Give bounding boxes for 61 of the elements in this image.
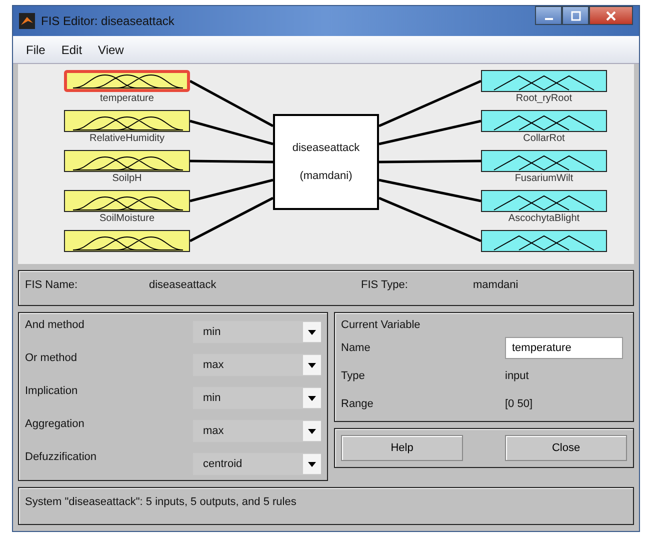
output-variable-box[interactable] bbox=[481, 150, 607, 172]
caret-icon bbox=[308, 362, 316, 368]
method-dropdown[interactable]: max bbox=[193, 354, 321, 376]
input-variable-box[interactable] bbox=[64, 110, 190, 132]
method-dropdown[interactable]: min bbox=[193, 387, 321, 409]
dialog-button[interactable]: Help bbox=[341, 435, 463, 461]
variable-label: temperature bbox=[99, 93, 155, 105]
method-dropdown[interactable]: centroid bbox=[193, 453, 321, 475]
field-value: input bbox=[505, 370, 529, 382]
field-label: Range bbox=[341, 398, 374, 410]
menu-item[interactable]: File bbox=[19, 40, 52, 58]
method-label: Aggregation bbox=[25, 417, 84, 430]
system-box[interactable]: diseaseattack (mamdani) bbox=[273, 114, 379, 210]
fis-name-label: FIS Name: bbox=[25, 279, 79, 291]
fis-type-value: mamdani bbox=[473, 279, 518, 291]
input-variable-box[interactable] bbox=[64, 190, 190, 212]
maximize-button[interactable] bbox=[562, 6, 589, 25]
fis-name-value: diseaseattack bbox=[149, 279, 218, 291]
field-label: Type bbox=[341, 370, 366, 382]
variable-label: RelativeHumidity bbox=[88, 133, 166, 145]
variable-label: Root_ryRoot bbox=[514, 93, 574, 105]
minimize-icon bbox=[544, 18, 552, 20]
minimize-button[interactable] bbox=[535, 6, 562, 25]
field-label: Name bbox=[341, 342, 372, 354]
name-field[interactable]: temperature bbox=[505, 337, 623, 359]
method-label: Or method bbox=[25, 351, 77, 364]
caret-icon bbox=[308, 428, 316, 434]
output-variable-box[interactable] bbox=[481, 110, 607, 132]
panel-title: Current Variable bbox=[341, 319, 422, 331]
variable-label: AscochytaBlight bbox=[507, 213, 581, 225]
app-icon bbox=[19, 13, 35, 29]
input-variable-box[interactable] bbox=[64, 150, 190, 172]
variable-label: SoilMoisture bbox=[98, 213, 156, 225]
field-value: [0 50] bbox=[505, 398, 533, 410]
close-button[interactable] bbox=[589, 6, 633, 25]
variable-label: FusariumWilt bbox=[514, 173, 574, 185]
output-variable-box[interactable] bbox=[481, 70, 607, 92]
variable-label: SoilpH bbox=[111, 173, 143, 185]
menu-item[interactable]: Edit bbox=[54, 40, 90, 58]
system-name: diseaseattack bbox=[292, 142, 360, 154]
output-variable-box[interactable] bbox=[481, 190, 607, 212]
caret-icon bbox=[308, 330, 316, 334]
menu-item[interactable]: View bbox=[91, 40, 131, 58]
fis-type-label: FIS Type: bbox=[361, 279, 409, 291]
method-dropdown[interactable]: min bbox=[193, 321, 321, 343]
caret-icon bbox=[308, 462, 316, 466]
window-title: FIS Editor: diseaseattack bbox=[41, 14, 174, 28]
caret-icon bbox=[308, 396, 316, 400]
maximize-icon bbox=[570, 10, 580, 20]
system-type: (mamdani) bbox=[300, 170, 352, 182]
close-icon bbox=[606, 10, 616, 20]
method-label: And method bbox=[25, 318, 84, 331]
input-variable-box[interactable] bbox=[64, 70, 190, 92]
status-text: System "diseaseattack": 5 inputs, 5 outputs, and 5 rules bbox=[25, 496, 296, 508]
variable-label: CollarRot bbox=[522, 133, 566, 145]
output-variable-box[interactable] bbox=[481, 230, 607, 252]
method-label: Defuzzification bbox=[25, 450, 97, 463]
method-label: Implication bbox=[25, 384, 78, 397]
input-variable-box[interactable] bbox=[64, 230, 190, 252]
dialog-button[interactable]: Close bbox=[505, 435, 627, 461]
method-dropdown[interactable]: max bbox=[193, 420, 321, 442]
